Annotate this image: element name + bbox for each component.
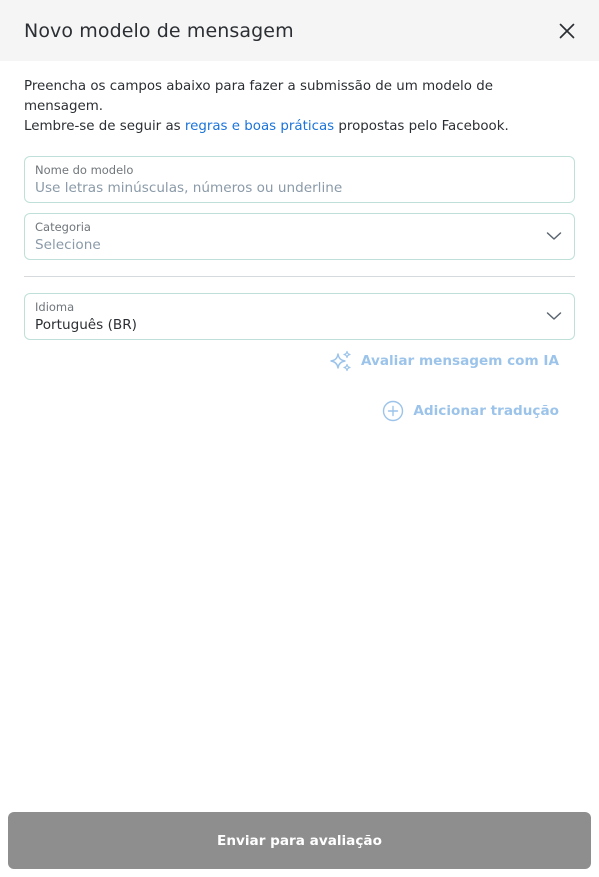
- language-select[interactable]: Idioma Português (BR): [24, 293, 575, 340]
- add-translation-label: Adicionar tradução: [413, 403, 559, 419]
- category-select[interactable]: Categoria Selecione: [24, 213, 575, 260]
- add-translation-row: Adicionar tradução: [24, 400, 575, 422]
- chevron-down-icon: [546, 232, 562, 240]
- submit-for-review-button[interactable]: Enviar para avaliação: [8, 812, 591, 869]
- new-message-template-modal: Novo modelo de mensagem Preencha os camp…: [0, 0, 599, 877]
- ai-review-button[interactable]: Avaliar mensagem com IA: [330, 350, 559, 372]
- rules-link[interactable]: regras e boas práticas: [185, 119, 334, 134]
- modal-header: Novo modelo de mensagem: [0, 0, 599, 61]
- modal-title: Novo modelo de mensagem: [24, 19, 294, 42]
- plus-circle-icon: [383, 400, 404, 422]
- sparkles-icon: [330, 350, 351, 372]
- intro-line-1: Preencha os campos abaixo para fazer a s…: [24, 79, 493, 114]
- language-label: Idioma: [35, 300, 75, 314]
- ai-review-label: Avaliar mensagem com IA: [360, 353, 559, 369]
- modal-content: Preencha os campos abaixo para fazer a s…: [0, 61, 599, 422]
- submit-label: Enviar para avaliação: [217, 832, 382, 849]
- intro-text: Preencha os campos abaixo para fazer a s…: [24, 77, 575, 137]
- model-name-field[interactable]: Nome do modelo Use letras minúsculas, nú…: [24, 156, 575, 203]
- chevron-down-icon: [546, 312, 562, 320]
- ai-review-row: Avaliar mensagem com IA: [24, 350, 575, 372]
- add-translation-button[interactable]: Adicionar tradução: [382, 400, 559, 422]
- close-button[interactable]: [555, 19, 579, 43]
- model-name-placeholder: Use letras minúsculas, números ou underl…: [35, 180, 343, 196]
- intro-line-2-suffix: propostas pelo Facebook.: [334, 119, 509, 134]
- category-selected-value: Selecione: [35, 237, 101, 253]
- language-selected-value: Português (BR): [35, 317, 137, 333]
- category-label: Categoria: [35, 220, 91, 234]
- model-name-label: Nome do modelo: [35, 163, 134, 177]
- intro-line-2-prefix: Lembre-se de seguir as: [24, 119, 185, 134]
- close-icon: [559, 23, 575, 38]
- section-divider: [24, 276, 575, 277]
